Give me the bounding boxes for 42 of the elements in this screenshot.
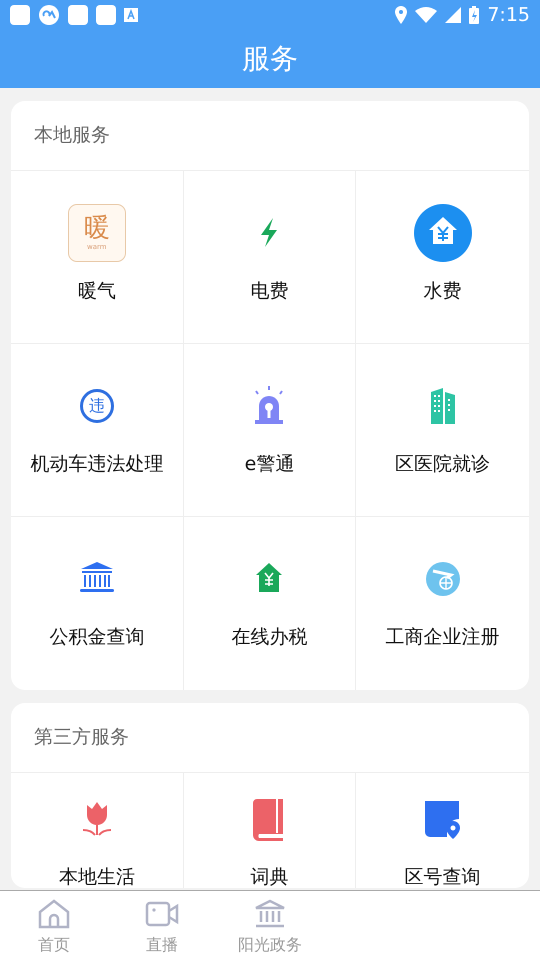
service-tile[interactable]: 区号查询 (356, 773, 529, 888)
home-icon (37, 899, 71, 929)
service-label: 电费 (250, 279, 288, 304)
service-label: 机动车违法处理 (30, 452, 164, 477)
service-tile[interactable]: 本地生活 (11, 773, 184, 888)
service-label: 公积金查询 (49, 625, 144, 650)
service-tile[interactable]: 工商企业注册 (356, 517, 529, 690)
bank-icon (253, 899, 287, 929)
service-tile[interactable]: 违 机动车违法处理 (11, 344, 184, 517)
service-tile[interactable]: 在线办税 (184, 517, 356, 690)
service-label: 区医院就诊 (395, 452, 490, 477)
service-tile[interactable]: 词典 (184, 773, 356, 888)
service-label: 工商企业注册 (386, 625, 500, 650)
service-label: 本地生活 (58, 865, 135, 888)
service-label: 暖气 (78, 279, 116, 304)
service-tile[interactable]: 水费 (356, 171, 529, 344)
service-label: 区号查询 (404, 865, 481, 888)
section-title: 本地服务 (34, 123, 110, 148)
notification-icon (68, 5, 88, 25)
app-icon (38, 4, 60, 26)
section-title: 第三方服务 (34, 725, 129, 750)
notification-icon (96, 5, 116, 25)
violation-search-icon: 违 (80, 389, 114, 423)
location-icon (395, 6, 408, 24)
service-tile[interactable]: 区医院就诊 (356, 344, 529, 517)
house-coin-icon (412, 203, 473, 263)
service-tile[interactable]: 公积金查询 (11, 517, 184, 690)
lightning-icon (260, 218, 278, 248)
service-label: 词典 (250, 865, 288, 888)
notification-icon (10, 5, 30, 25)
service-label: 在线办税 (231, 625, 308, 650)
battery-icon (469, 6, 480, 24)
clock: 7:15 (487, 2, 530, 28)
service-tile[interactable]: e警通 (184, 344, 356, 517)
service-label: 水费 (424, 279, 462, 304)
signal-icon (445, 7, 462, 23)
wifi-icon (415, 7, 438, 23)
notification-icon (124, 8, 138, 22)
service-tile[interactable]: 电费 (184, 171, 356, 344)
page-title: 服务 (242, 41, 298, 77)
service-label: e警通 (244, 452, 294, 477)
video-camera-icon (145, 899, 179, 929)
